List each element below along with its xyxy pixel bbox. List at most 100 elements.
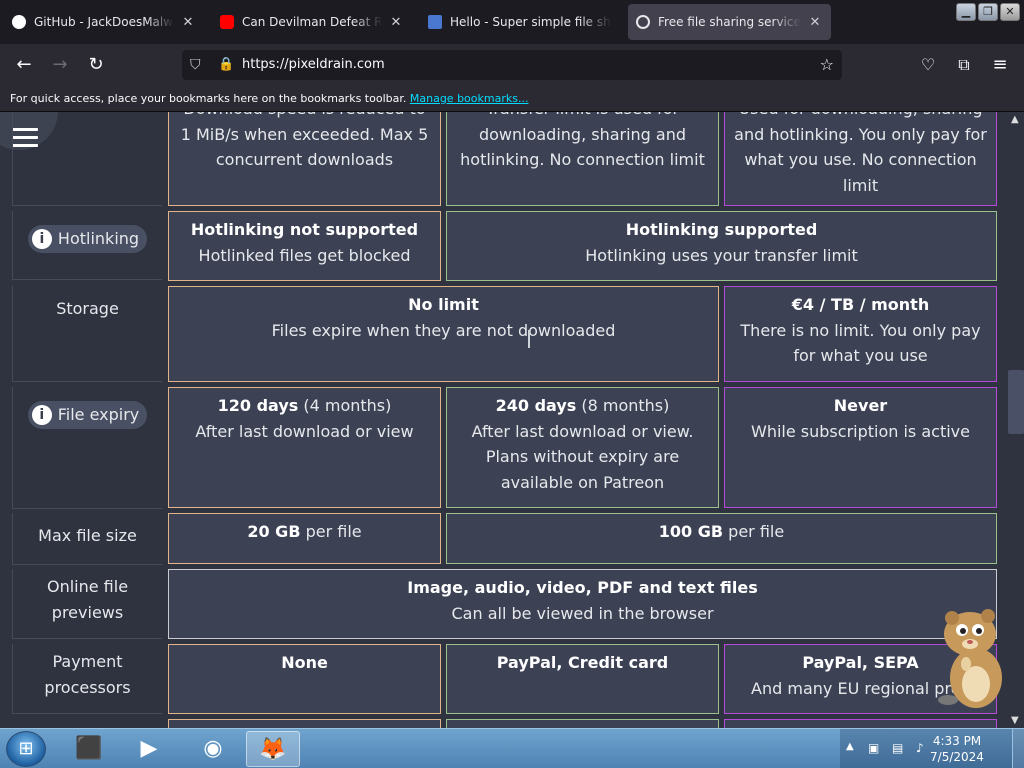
maximize-icon[interactable]: ❐ <box>978 3 998 21</box>
tab-label: Can Devilman Defeat Red Ze <box>242 15 382 29</box>
payment-prepaid-title: PayPal, SEPA <box>802 653 919 672</box>
row-header-previews: Online file previews <box>12 569 162 639</box>
manage-bookmarks-link[interactable]: Manage bookmarks... <box>410 92 529 105</box>
window-close-icon[interactable]: ✕ <box>1000 3 1020 21</box>
transfer-prepaid-text: Used for downloading, sharing and hotlin… <box>734 112 987 195</box>
transfer-free-cell: Download speed is reduced to 1 MiB/s whe… <box>168 112 441 206</box>
tab-github[interactable]: GitHub - JackDoesMalwares ✕ <box>4 4 204 40</box>
text-cursor-icon <box>528 330 530 348</box>
hotlinking-info-pill[interactable]: i Hotlinking <box>27 225 148 253</box>
shield-icon[interactable]: ⛉ <box>190 57 201 73</box>
expiry-prepaid-desc: While subscription is active <box>751 421 970 441</box>
info-icon: i <box>31 405 52 425</box>
globe-app-icon[interactable]: ◉ <box>186 731 240 767</box>
scroll-down-icon[interactable]: ▼ <box>1011 715 1019 726</box>
lock-icon[interactable]: 🔒 <box>218 57 234 72</box>
close-icon[interactable]: ✕ <box>180 15 196 30</box>
pixeldrain-icon <box>636 15 650 29</box>
maxsize-free-cell: 20 GB per file <box>168 513 441 564</box>
row-header-hotlinking: i Hotlinking <box>12 211 162 280</box>
bookmark-star-icon[interactable]: ☆ <box>820 55 834 74</box>
row-header-transfer <box>12 112 162 206</box>
maxsize-paid-value: 100 GB <box>658 522 724 541</box>
expiry-prepaid-title: Never <box>833 396 888 415</box>
hamster-mascot-icon[interactable] <box>938 606 1008 710</box>
expiry-pro-title: 240 days <box>495 396 577 415</box>
minimize-icon[interactable]: ▁ <box>956 3 976 21</box>
clock-date: 7/5/2024 <box>930 750 984 764</box>
transfer-prepaid-cell: Used for downloading, sharing and hotlin… <box>724 112 997 206</box>
storage-shared-cell: No limit Files expire when they are not … <box>168 286 719 382</box>
row-header-payment: Payment processors <box>12 644 162 714</box>
storage-shared-title: No limit <box>408 295 479 314</box>
info-icon: i <box>31 229 52 249</box>
github-icon <box>12 15 26 29</box>
hotlinking-free-desc: Hotlinked files get blocked <box>198 245 411 265</box>
tab-label: Hello - Super simple file shar <box>450 15 612 29</box>
page-content: Download speed is reduced to 1 MiB/s whe… <box>0 112 1008 728</box>
next-row-pro-cell <box>446 719 719 728</box>
hotlinking-paid-cell: Hotlinking supported Hotlinking uses you… <box>446 211 997 281</box>
previews-label: Online file previews <box>46 577 129 622</box>
bookmarks-hint: For quick access, place your bookmarks h… <box>10 92 407 105</box>
firefox-icon[interactable]: 🦊 <box>246 731 300 767</box>
hotlinking-paid-desc: Hotlinking uses your transfer limit <box>585 245 858 265</box>
show-desktop-button[interactable] <box>1012 729 1024 768</box>
previews-desc: Can all be viewed in the browser <box>451 603 714 623</box>
file-expiry-label: File expiry <box>57 405 140 424</box>
payment-pro-text: PayPal, Credit card <box>496 653 669 672</box>
transfer-free-text: Download speed is reduced to 1 MiB/s whe… <box>180 112 429 169</box>
back-arrow-icon[interactable]: ← <box>12 53 36 77</box>
bookmarks-toolbar: For quick access, place your bookmarks h… <box>0 86 1024 112</box>
tab-youtube[interactable]: Can Devilman Defeat Red Ze ✕ <box>212 4 412 40</box>
storage-label: Storage <box>56 299 119 318</box>
transfer-pro-text: Transfer limit is used for downloading, … <box>460 112 705 169</box>
menu-icon[interactable]: ≡ <box>988 53 1012 77</box>
storage-shared-desc: Files expire when they are not downloade… <box>271 320 616 340</box>
start-button[interactable]: ⊞ <box>6 731 46 767</box>
windows-taskbar: ⊞ ⬛ ▶ ◉ 🦊 ▲ ▣ ▤ ♪ 4:33 PM 7/5/2024 <box>0 728 1024 768</box>
reload-icon[interactable]: ↻ <box>84 53 108 77</box>
pocket-icon[interactable]: ♡ <box>916 53 940 77</box>
address-bar[interactable]: ⛉ 🔒 https://pixeldrain.com ☆ <box>182 50 842 80</box>
scroll-up-icon[interactable]: ▲ <box>1011 114 1019 125</box>
tab-label: Free file sharing service ~ pix <box>658 15 801 29</box>
next-row-prepaid-cell <box>724 719 997 728</box>
tray-expand-icon[interactable]: ▲ <box>846 741 854 752</box>
row-header-max-file-size: Max file size <box>12 513 162 565</box>
expiry-pro-desc: After last download or view. Plans witho… <box>471 421 694 492</box>
previews-title: Image, audio, video, PDF and text files <box>407 578 758 597</box>
maxsize-free-value: 20 GB <box>247 522 301 541</box>
close-icon[interactable]: ✕ <box>807 15 823 30</box>
tab-label: GitHub - JackDoesMalwares <box>34 15 174 29</box>
extensions-icon[interactable]: ⧉ <box>952 53 976 77</box>
navigation-bar: ← → ↻ ⛉ 🔒 https://pixeldrain.com ☆ ♡ ⧉ ≡ <box>0 44 1024 86</box>
tray-app-icon[interactable]: ▣ <box>868 741 882 755</box>
close-icon[interactable]: ✕ <box>388 15 404 30</box>
network-icon[interactable]: ▤ <box>892 741 906 755</box>
url-text[interactable]: https://pixeldrain.com <box>242 57 385 72</box>
max-file-size-label: Max file size <box>38 526 137 545</box>
expiry-pro-paren: (8 months) <box>576 396 670 415</box>
payment-label: Payment processors <box>44 652 131 697</box>
tab-pixeldrain[interactable]: Free file sharing service ~ pix ✕ <box>628 4 831 40</box>
previews-cell: Image, audio, video, PDF and text files … <box>168 569 997 639</box>
tab-strip: GitHub - JackDoesMalwares ✕ Can Devilman… <box>0 0 1024 44</box>
expiry-free-paren: (4 months) <box>298 396 392 415</box>
clock-time: 4:33 PM <box>932 734 982 748</box>
terminal-app-icon[interactable]: ⬛ <box>62 731 116 767</box>
row-header-file-expiry: i File expiry <box>12 387 162 509</box>
expiry-free-desc: After last download or view <box>195 421 414 441</box>
clock[interactable]: 4:33 PM 7/5/2024 <box>922 733 992 765</box>
scroll-thumb[interactable] <box>1008 370 1024 434</box>
maxsize-free-suffix: per file <box>300 522 362 541</box>
vertical-scrollbar[interactable]: ▲ ▼ <box>1008 112 1024 728</box>
file-expiry-info-pill[interactable]: i File expiry <box>27 401 148 429</box>
hotlinking-free-title: Hotlinking not supported <box>190 220 419 239</box>
tab-hello[interactable]: Hello - Super simple file shar <box>420 4 620 40</box>
forward-arrow-icon[interactable]: → <box>48 53 72 77</box>
row-header-storage: Storage <box>12 286 162 382</box>
media-player-icon[interactable]: ▶ <box>122 731 176 767</box>
window-controls: ▁ ❐ ✕ <box>956 3 1020 21</box>
expiry-free-cell: 120 days (4 months) After last download … <box>168 387 441 508</box>
